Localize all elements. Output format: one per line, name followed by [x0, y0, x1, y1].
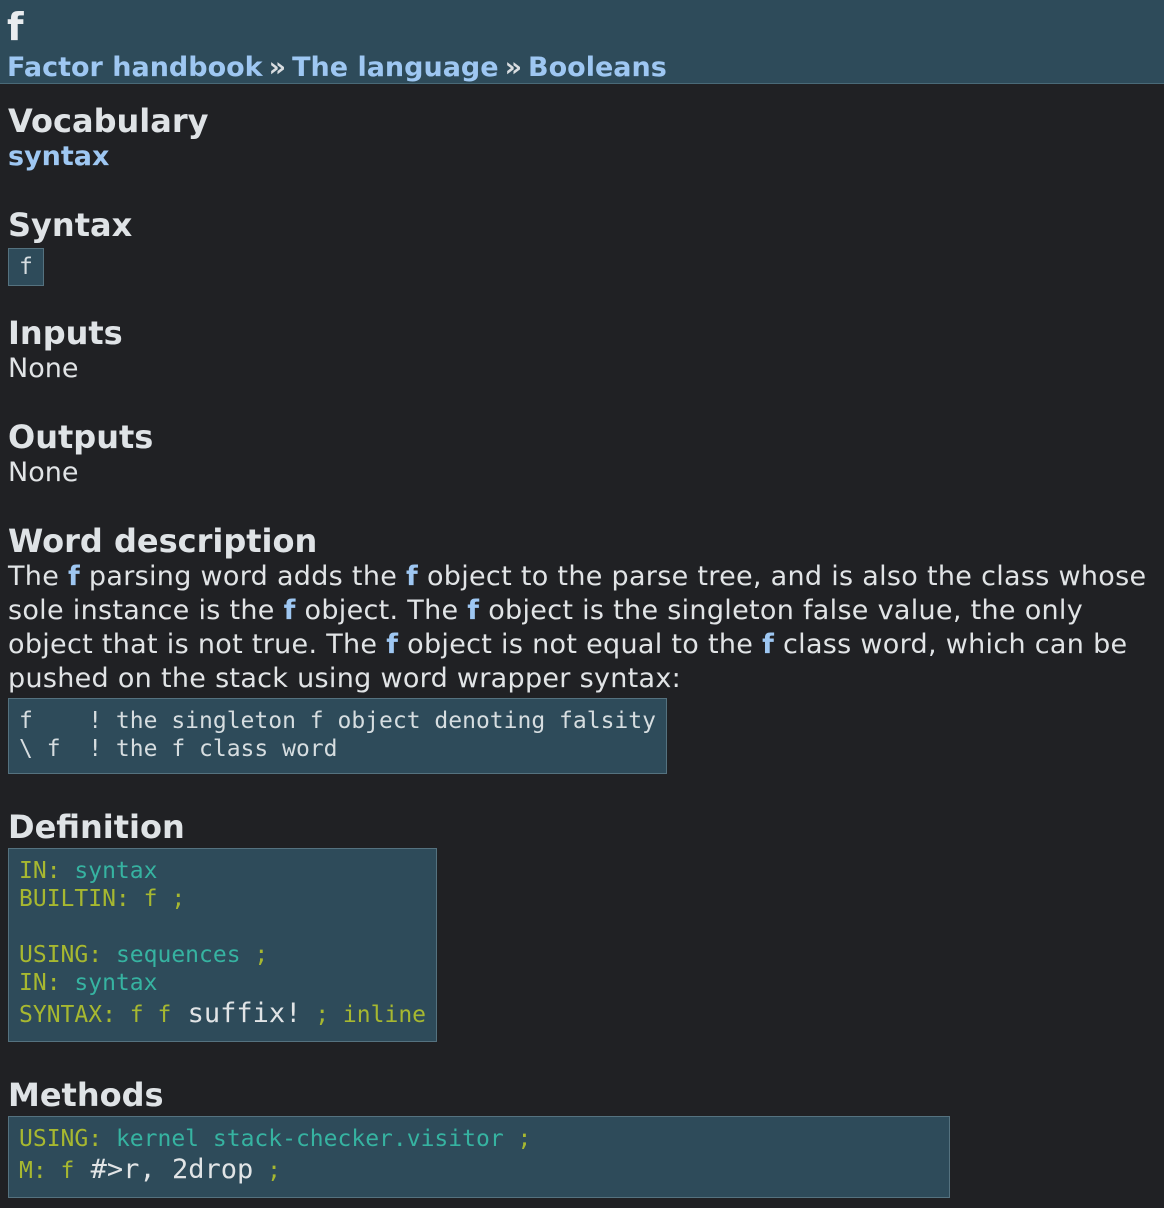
main-content: Vocabulary syntax Syntax f Inputs None O…: [0, 102, 1164, 1198]
description-code-example: f ! the singleton f object denoting fals…: [8, 698, 667, 774]
inputs-heading: Inputs: [8, 314, 123, 352]
code-token: ;: [503, 1126, 532, 1152]
vocabulary-link[interactable]: syntax: [8, 140, 1156, 174]
definition-code: IN: syntax BUILTIN: f ; USING: sequences ;…: [8, 848, 438, 1042]
code-line: BUILTIN: f ;: [19, 885, 426, 913]
methods-heading: Methods: [8, 1076, 164, 1114]
code-keyword: USING:: [19, 942, 103, 968]
code-line: USING: kernel stack-checker.visitor ;: [19, 1125, 939, 1153]
page-header: f Factor handbook» The language» Booleans: [0, 0, 1164, 84]
breadcrumb-factor-handbook[interactable]: Factor handbook: [7, 52, 263, 83]
definition-section: Definition IN: syntax BUILTIN: f ; USING: …: [8, 808, 1156, 1042]
code-token: inline: [329, 1002, 427, 1028]
description-heading: Word description: [8, 522, 318, 560]
word-link-f[interactable]: f: [386, 629, 398, 660]
code-token: ;: [301, 1002, 330, 1028]
code-keyword: USING:: [19, 1126, 103, 1152]
word-link-f[interactable]: f: [68, 561, 80, 592]
code-token: suffix!: [171, 998, 302, 1029]
code-line: IN: syntax: [19, 857, 426, 885]
description-fragment: parsing word adds the: [80, 561, 407, 592]
outputs-section: Outputs None: [8, 418, 1156, 490]
code-line: \ f ! the f class word: [19, 736, 338, 762]
breadcrumb: Factor handbook» The language» Booleans: [7, 51, 1157, 85]
code-keyword: IN:: [19, 858, 61, 884]
syntax-code: f: [8, 248, 44, 286]
code-token: f: [46, 1158, 75, 1184]
breadcrumb-the-language[interactable]: The language: [292, 52, 498, 83]
code-vocabulary-link[interactable]: syntax: [61, 858, 157, 884]
code-token: ;: [253, 1158, 281, 1184]
word-link-f[interactable]: f: [406, 561, 418, 592]
code-vocabulary-link[interactable]: sequences: [102, 942, 241, 968]
vocabulary-heading: Vocabulary: [8, 102, 209, 140]
code-keyword: SYNTAX:: [19, 1002, 116, 1028]
inputs-value: None: [8, 353, 79, 384]
code-token: ;: [240, 942, 269, 968]
description-fragment: object is not equal to the: [398, 629, 763, 660]
word-link-f[interactable]: f: [284, 595, 296, 626]
breadcrumb-separator: »: [504, 52, 523, 83]
code-line: f ! the singleton f object denoting fals…: [19, 708, 656, 734]
word-link-f[interactable]: f: [467, 595, 479, 626]
code-token: f ;: [129, 886, 186, 912]
word-link-f[interactable]: f: [762, 629, 774, 660]
code-keyword: BUILTIN:: [19, 886, 130, 912]
page-title: f: [7, 5, 24, 49]
vocabulary-section: Vocabulary syntax: [8, 102, 1156, 174]
code-vocabulary-link[interactable]: syntax: [61, 970, 157, 996]
code-line: M: f #>r, 2drop ;: [19, 1153, 939, 1187]
description-text: The f parsing word adds the f object to …: [8, 560, 1156, 696]
description-fragment: The: [8, 561, 68, 592]
breadcrumb-separator: »: [268, 52, 287, 83]
code-token: f f: [115, 1002, 172, 1028]
inputs-section: Inputs None: [8, 314, 1156, 386]
code-line: USING: sequences ;: [19, 941, 426, 969]
code-keyword: IN:: [19, 970, 61, 996]
methods-code: USING: kernel stack-checker.visitor ; M: …: [8, 1116, 950, 1198]
outputs-heading: Outputs: [8, 418, 154, 456]
syntax-heading: Syntax: [8, 206, 133, 244]
description-fragment: object. The: [295, 595, 468, 626]
outputs-value: None: [8, 457, 79, 488]
code-keyword: M:: [19, 1158, 47, 1184]
code-line: IN: syntax: [19, 969, 426, 997]
description-section: Word description The f parsing word adds…: [8, 522, 1156, 774]
methods-section: Methods USING: kernel stack-checker.visi…: [8, 1076, 1156, 1198]
breadcrumb-booleans[interactable]: Booleans: [528, 52, 667, 83]
syntax-section: Syntax f: [8, 206, 1156, 286]
code-token: #>r, 2drop: [74, 1154, 254, 1185]
definition-heading: Definition: [8, 808, 185, 846]
code-line: SYNTAX: f f suffix! ; inline: [19, 997, 426, 1031]
code-vocabulary-link[interactable]: kernel stack-checker.visitor: [102, 1126, 504, 1152]
